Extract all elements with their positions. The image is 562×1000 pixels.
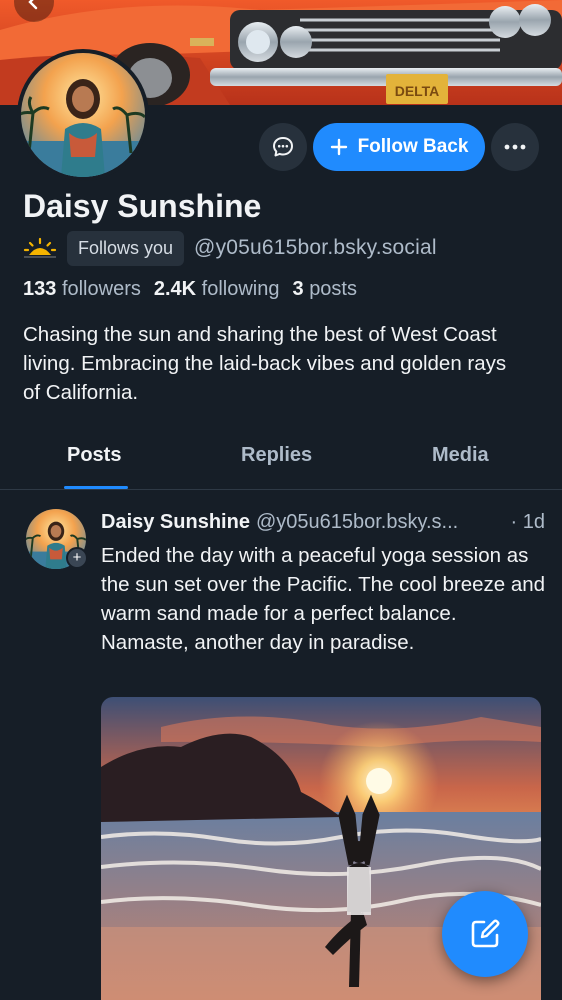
avatar-image bbox=[21, 53, 145, 177]
post-timestamp[interactable]: · 1d bbox=[511, 511, 545, 534]
following-label: following bbox=[201, 278, 280, 300]
profile-avatar[interactable] bbox=[17, 49, 149, 181]
follow-back-label: Follow Back bbox=[357, 136, 469, 157]
post-author-handle[interactable]: @y05u615bor.bsky.s... bbox=[256, 511, 505, 534]
active-tab-indicator bbox=[64, 486, 128, 489]
profile-stats: 133 followers 2.4K following 3 posts bbox=[23, 278, 357, 301]
post-author-name[interactable]: Daisy Sunshine bbox=[101, 511, 250, 534]
following-stat[interactable]: 2.4K following bbox=[154, 278, 280, 301]
follow-back-button[interactable]: Follow Back bbox=[313, 123, 485, 171]
back-arrow-icon bbox=[28, 0, 38, 10]
compose-post-button[interactable] bbox=[442, 891, 528, 977]
compose-icon bbox=[471, 919, 500, 948]
chat-bubble-icon bbox=[273, 137, 293, 157]
sun-icon bbox=[23, 237, 57, 258]
tab-replies[interactable]: Replies bbox=[241, 444, 312, 467]
profile-bio: Chasing the sun and sharing the best of … bbox=[23, 323, 507, 404]
profile-handle: @y05u615bor.bsky.social bbox=[194, 236, 437, 259]
followers-label: followers bbox=[61, 278, 141, 300]
more-options-button[interactable] bbox=[491, 123, 539, 171]
tab-posts[interactable]: Posts bbox=[67, 444, 121, 467]
follows-you-badge: Follows you bbox=[67, 230, 185, 266]
post-author-avatar[interactable]: + bbox=[26, 509, 88, 569]
tab-media[interactable]: Media bbox=[432, 444, 489, 467]
followers-stat[interactable]: 133 followers bbox=[23, 278, 141, 301]
display-name: Daisy Sunshine bbox=[23, 188, 262, 224]
posts-stat: 3 posts bbox=[293, 278, 358, 301]
posts-count: 3 bbox=[292, 278, 304, 300]
posts-label: posts bbox=[309, 278, 357, 300]
profile-meta-row: Follows you @y05u615bor.bsky.social bbox=[23, 230, 437, 266]
follow-plus-icon[interactable]: + bbox=[66, 547, 88, 569]
followers-count: 133 bbox=[23, 278, 57, 300]
profile-tabs: Posts Replies Media bbox=[0, 430, 562, 490]
message-button[interactable] bbox=[259, 123, 307, 171]
post-header: Daisy Sunshine @y05u615bor.bsky.s... · 1… bbox=[101, 511, 545, 534]
more-icon bbox=[504, 144, 526, 150]
plus-icon bbox=[330, 138, 347, 156]
following-count: 2.4K bbox=[153, 278, 197, 300]
banner-plate-text: DELTA bbox=[395, 83, 440, 99]
post-text: Ended the day with a peaceful yoga sessi… bbox=[101, 544, 546, 654]
